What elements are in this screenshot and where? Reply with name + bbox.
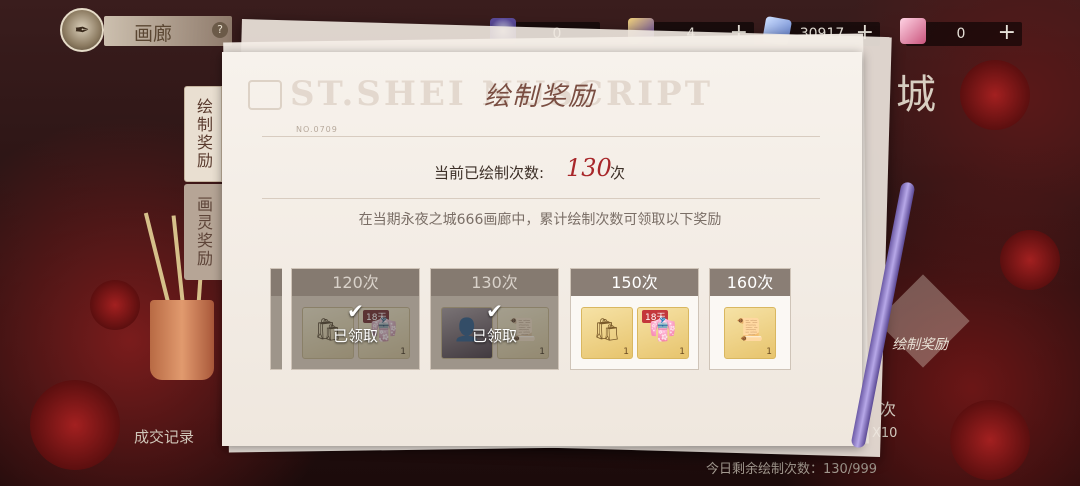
draw-reward-shortcut-label: 绘制奖励 [892,337,948,353]
rose-decoration [950,400,1030,480]
reward-card-header [271,269,282,296]
reward-threshold: 160次 [710,269,790,296]
claimed-label: 已领取 [332,327,378,345]
check-icon: ✔ [347,299,364,323]
page-title: 画廊 [134,23,173,45]
reward-item[interactable]: 📜 1 [724,307,776,359]
item-quantity: 1 [679,347,685,357]
panel-serial: NO.0709 [296,125,338,134]
reward-item[interactable]: 🛍 1 [581,307,633,359]
rose-decoration [1000,230,1060,290]
item-quantity: 1 [623,347,629,357]
item-quantity: 1 [539,347,545,357]
draw-count-label: 当前已绘制次数: [434,164,545,182]
draw-count-unit: 次 [610,164,626,182]
daily-draw-status: 今日剩余绘制次数：130/999 [706,462,878,477]
reward-card-partial [270,268,282,370]
reward-card-160[interactable]: 160次 📜 1 [709,268,791,370]
draw-count-value: 130 [566,154,612,182]
reward-card-150[interactable]: 150次 🛍 1 18天 👘 1 [570,268,699,370]
scroll-icon: 📜 [736,318,764,343]
pencil-cup [150,300,214,380]
help-icon[interactable]: ? [212,22,228,38]
ruled-line [262,136,820,137]
resource-pink-crystal: 0 + [900,18,1022,46]
rose-decoration [30,380,120,470]
back-button[interactable]: ✒ [60,8,104,52]
claimed-label: 已领取 [471,327,517,345]
reward-threshold: 130次 [431,269,558,296]
quill-icon: ✒ [74,19,90,41]
panel-description: 在当期永夜之城666画廊中，累计绘制次数可领取以下奖励 [358,212,722,228]
draw-count-unit: 次 [880,400,897,419]
gift-bag-icon: 🛍 [593,318,621,343]
reward-threshold: 120次 [292,269,419,296]
reward-threshold: 150次 [571,269,698,296]
reward-card-120[interactable]: 120次 🛍 18天 👘 1 ✔ 已领取 [291,268,420,370]
check-icon: ✔ [486,299,503,323]
reward-item[interactable]: 18天 👘 1 [637,307,689,359]
ruled-line [262,198,820,199]
add-pink-crystal-button[interactable]: + [998,21,1016,45]
pink-crystal-icon [900,18,926,44]
resource-value: 0 [956,26,966,42]
item-quantity: 1 [400,347,406,357]
item-quantity: 1 [766,347,772,357]
rose-decoration [90,280,140,330]
outfit-icon: 👘 [649,318,677,343]
panel-title: 绘制奖励 [483,82,596,112]
trade-record-button[interactable]: 成交记录 [134,426,194,447]
tab-spirit-reward[interactable]: 画灵奖励 [184,184,222,280]
reward-card-130[interactable]: 130次 👤 📜 1 ✔ 已领取 [430,268,559,370]
